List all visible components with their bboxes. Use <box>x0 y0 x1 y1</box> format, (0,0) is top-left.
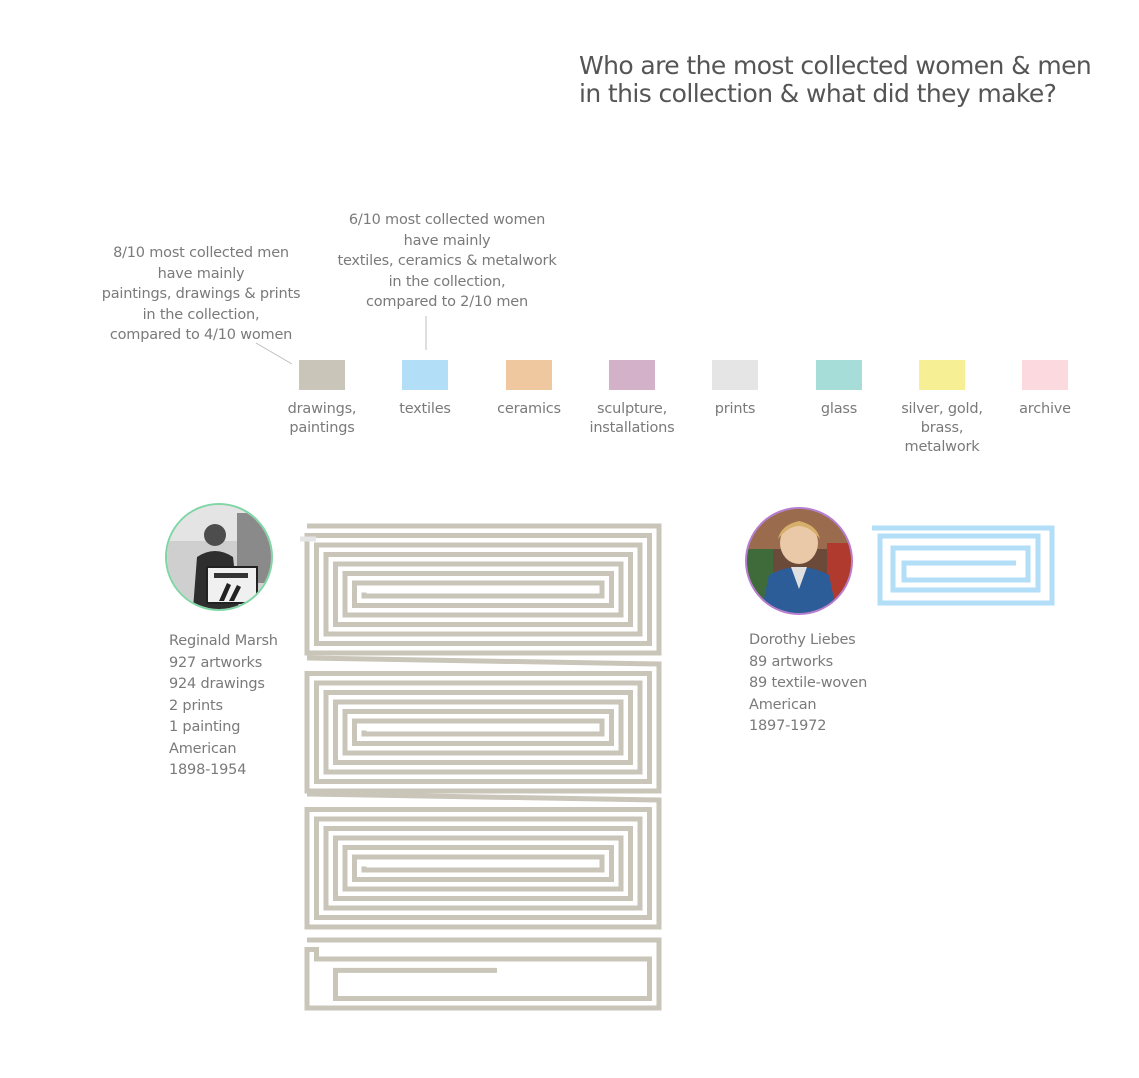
maze-segment-textiles <box>872 525 1055 606</box>
maze-dorothy-liebes <box>872 525 1055 606</box>
